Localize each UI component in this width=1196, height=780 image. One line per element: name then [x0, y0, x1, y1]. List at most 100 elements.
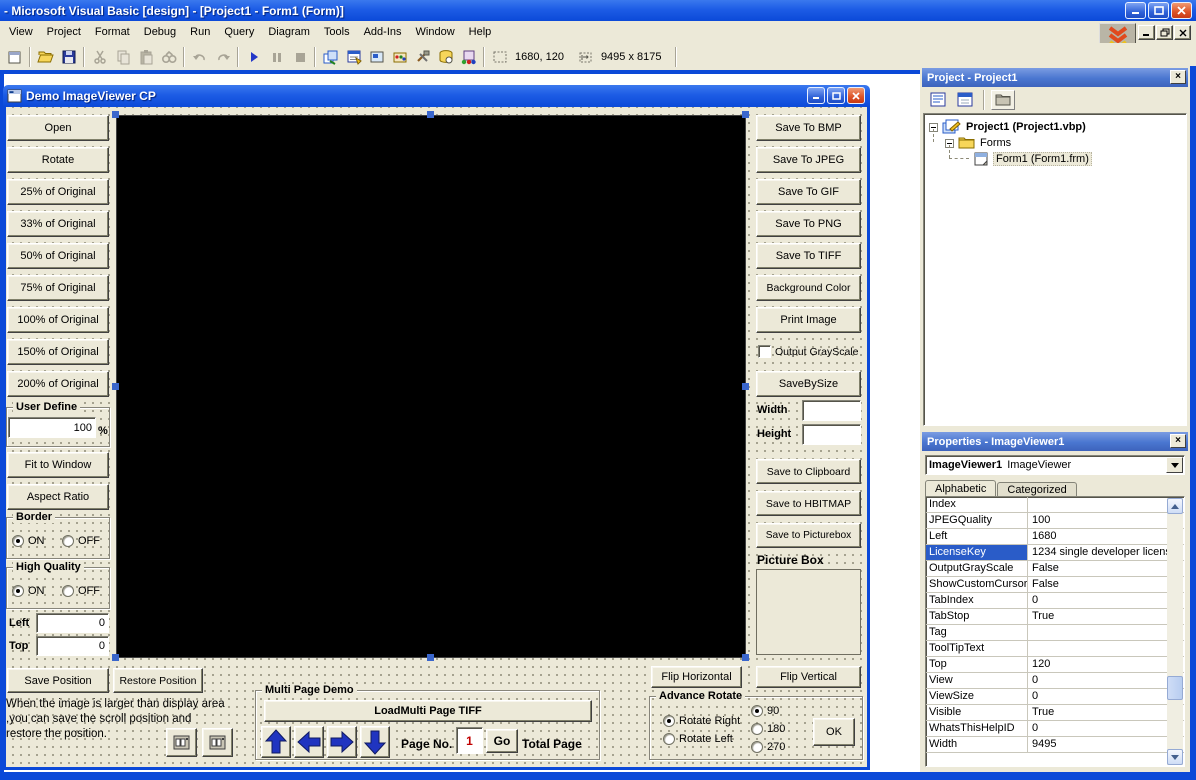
aspect-ratio-button[interactable]: Aspect Ratio [7, 484, 109, 510]
property-row[interactable]: ViewSize0 [926, 689, 1184, 705]
save-scroll-icon-button[interactable] [166, 728, 197, 757]
find-button[interactable] [157, 46, 180, 68]
save-to-hbitmap-button[interactable]: Save to HBITMAP [756, 491, 861, 516]
save-to-bmp-button[interactable]: Save To BMP [756, 115, 861, 141]
form-close-button[interactable] [847, 87, 865, 104]
properties-panel-header[interactable]: Properties - ImageViewer1 × [922, 432, 1188, 451]
scroll-down-button[interactable] [1167, 749, 1183, 765]
selection-handle[interactable] [427, 654, 434, 661]
menu-tools[interactable]: Tools [317, 23, 357, 41]
height-field-input[interactable] [802, 424, 861, 445]
selection-handle[interactable] [742, 383, 749, 390]
data-view-button[interactable] [434, 46, 457, 68]
border-off-radio[interactable]: OFF [62, 535, 100, 547]
property-grid-scrollbar[interactable] [1167, 498, 1183, 765]
toolbox-button[interactable] [411, 46, 434, 68]
rotate-ok-button[interactable]: OK [813, 718, 855, 746]
property-row[interactable]: View0 [926, 673, 1184, 689]
go-button[interactable]: Go [486, 729, 518, 753]
view-code-button[interactable] [926, 90, 950, 110]
form-titlebar[interactable]: Demo ImageViewer CP [3, 85, 870, 107]
quality-off-radio[interactable]: OFF [62, 585, 100, 597]
form-maximize-button[interactable] [827, 87, 845, 104]
run-button[interactable] [242, 46, 265, 68]
menu-debug[interactable]: Debug [137, 23, 183, 41]
angle-180-radio[interactable]: 180 [751, 723, 785, 735]
stop-button[interactable] [288, 46, 311, 68]
toggle-folders-button[interactable] [991, 90, 1015, 110]
angle-270-radio[interactable]: 270 [751, 741, 785, 753]
save-to-picturebox-button[interactable]: Save to Picturebox [756, 523, 861, 548]
properties-panel-close-button[interactable]: × [1170, 434, 1186, 448]
first-page-button[interactable] [261, 726, 291, 758]
user-define-input[interactable]: 100 [8, 417, 96, 438]
flip-horizontal-button[interactable]: Flip Horizontal [651, 666, 742, 688]
property-row[interactable]: WhatsThisHelpID0 [926, 721, 1184, 737]
menu-diagram[interactable]: Diagram [261, 23, 317, 41]
form-layout-button[interactable] [365, 46, 388, 68]
border-on-radio[interactable]: ON [12, 535, 45, 547]
menu-view[interactable]: View [2, 23, 40, 41]
tab-alphabetic[interactable]: Alphabetic [925, 480, 996, 497]
add-form-button[interactable] [3, 46, 26, 68]
save-to-gif-button[interactable]: Save To GIF [756, 179, 861, 205]
tree-item-project[interactable]: Project1 (Project1.vbp) [929, 119, 1086, 135]
property-row[interactable]: Tag [926, 625, 1184, 641]
redo-button[interactable] [211, 46, 234, 68]
save-project-button[interactable] [57, 46, 80, 68]
property-row[interactable]: OutputGrayScaleFalse [926, 561, 1184, 577]
zoom-33-button[interactable]: 33% of Original [7, 211, 109, 237]
property-row[interactable]: Index [926, 497, 1184, 513]
project-panel-header[interactable]: Project - Project1 × [922, 68, 1188, 87]
property-row[interactable]: JPEGQuality100 [926, 513, 1184, 529]
zoom-50-button[interactable]: 50% of Original [7, 243, 109, 269]
zoom-25-button[interactable]: 25% of Original [7, 179, 109, 205]
selection-handle[interactable] [742, 111, 749, 118]
form-minimize-button[interactable] [807, 87, 825, 104]
open-button[interactable]: Open [7, 115, 109, 141]
restore-position-button[interactable]: Restore Position [113, 668, 203, 693]
property-row[interactable]: TabStopTrue [926, 609, 1184, 625]
cut-button[interactable] [88, 46, 111, 68]
properties-window-button[interactable] [342, 46, 365, 68]
mdi-minimize-button[interactable] [1138, 25, 1155, 40]
save-to-png-button[interactable]: Save To PNG [756, 211, 861, 237]
print-image-button[interactable]: Print Image [756, 307, 861, 333]
save-to-tiff-button[interactable]: Save To TIFF [756, 243, 861, 269]
background-color-button[interactable]: Background Color [756, 275, 861, 301]
angle-90-radio[interactable]: 90 [751, 705, 779, 717]
rotate-button[interactable]: Rotate [7, 147, 109, 173]
image-viewer-control[interactable] [116, 115, 746, 658]
page-no-input[interactable]: 1 [456, 727, 483, 754]
property-row[interactable]: Top120 [926, 657, 1184, 673]
next-page-button[interactable] [327, 726, 357, 758]
menu-window[interactable]: Window [409, 23, 462, 41]
undo-button[interactable] [188, 46, 211, 68]
combo-dropdown-button[interactable] [1166, 457, 1183, 473]
tree-item-forms[interactable]: Forms [945, 135, 1011, 151]
minimize-button[interactable] [1125, 2, 1146, 19]
output-grayscale-checkbox[interactable]: Output GrayScale [758, 345, 858, 358]
property-row[interactable]: ToolTipText [926, 641, 1184, 657]
project-explorer-button[interactable] [319, 46, 342, 68]
tree-item-form1[interactable]: Form1 (Form1.frm) [974, 151, 1092, 167]
mdi-restore-button[interactable] [1156, 25, 1173, 40]
project-panel-close-button[interactable]: × [1170, 70, 1186, 84]
fit-to-window-button[interactable]: Fit to Window [7, 452, 109, 478]
menu-help[interactable]: Help [462, 23, 499, 41]
savebysize-button[interactable]: SaveBySize [756, 371, 861, 397]
maximize-button[interactable] [1148, 2, 1169, 19]
zoom-150-button[interactable]: 150% of Original [7, 339, 109, 365]
last-page-button[interactable] [360, 726, 390, 758]
property-row-selected[interactable]: LicenseKey1234 single developer license [926, 545, 1184, 561]
rotate-right-radio[interactable]: Rotate Right [663, 715, 740, 727]
width-field-input[interactable] [802, 400, 861, 421]
open-project-button[interactable] [34, 46, 57, 68]
copy-button[interactable] [111, 46, 134, 68]
object-selector-combo[interactable]: ImageViewer1 ImageViewer [925, 455, 1185, 475]
save-to-clipboard-button[interactable]: Save to Clipboard [756, 459, 861, 484]
close-button[interactable] [1171, 2, 1192, 19]
load-multipage-tiff-button[interactable]: LoadMulti Page TIFF [264, 700, 592, 722]
zoom-75-button[interactable]: 75% of Original [7, 275, 109, 301]
menu-query[interactable]: Query [217, 23, 261, 41]
